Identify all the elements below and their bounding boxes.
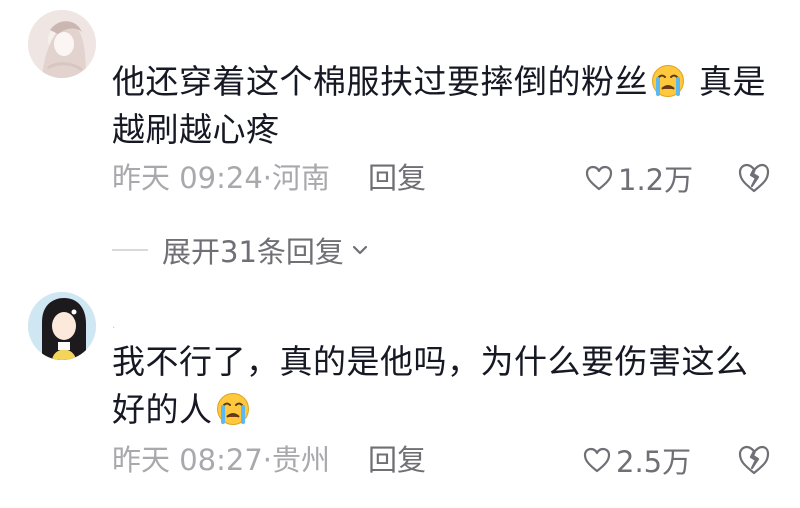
reply-button[interactable]: 回复 [368, 440, 426, 480]
comment-location: 贵州 [272, 443, 331, 477]
crying-face-icon [652, 65, 684, 97]
avatar[interactable] [28, 292, 96, 360]
like-count: 2.5万 [616, 445, 692, 479]
like-button[interactable]: 1.2万 [584, 158, 693, 198]
comment-time: 昨天 08:27 [112, 443, 263, 477]
heart-icon [585, 165, 613, 191]
divider [112, 249, 148, 251]
avatar[interactable] [28, 10, 96, 78]
comment-text: 我不行了，真的是他吗，为什么要伤害这么好的人 [112, 338, 772, 434]
comment-location: 河南 [272, 161, 331, 195]
broken-heart-icon[interactable] [736, 442, 772, 478]
comment-meta: 昨天 08:27·贵州 [112, 443, 331, 477]
expand-replies-label: 展开31条回复 [162, 235, 344, 269]
like-button[interactable]: 2.5万 [582, 440, 691, 480]
comment-text: 他还穿着这个棉服扶过要摔倒的粉丝 真是越刷越心疼 [112, 58, 772, 154]
heart-icon [583, 447, 611, 473]
expand-replies-button[interactable]: 展开31条回复 [112, 230, 370, 270]
comment-time: 昨天 09:24 [112, 161, 263, 195]
chevron-down-icon [352, 245, 368, 255]
broken-heart-icon[interactable] [736, 160, 772, 196]
reply-button[interactable]: 回复 [368, 158, 426, 198]
comment-item: . 我不行了，真的是他吗，为什么要伤害这么好的人 昨天 08:27·贵州 回复 … [0, 290, 800, 508]
comment-item: 他还穿着这个棉服扶过要摔倒的粉丝 真是越刷越心疼 昨天 09:24·河南 回复 … [0, 0, 800, 230]
like-count: 1.2万 [618, 163, 694, 197]
username[interactable]: . [112, 320, 115, 331]
comment-text-part: 他还穿着这个棉服扶过要摔倒的粉丝 [112, 62, 648, 101]
crying-face-icon [216, 393, 249, 425]
comment-meta: 昨天 09:24·河南 [112, 161, 331, 195]
comment-text-part: 我不行了，真的是他吗，为什么要伤害这么好的人 [112, 342, 749, 429]
